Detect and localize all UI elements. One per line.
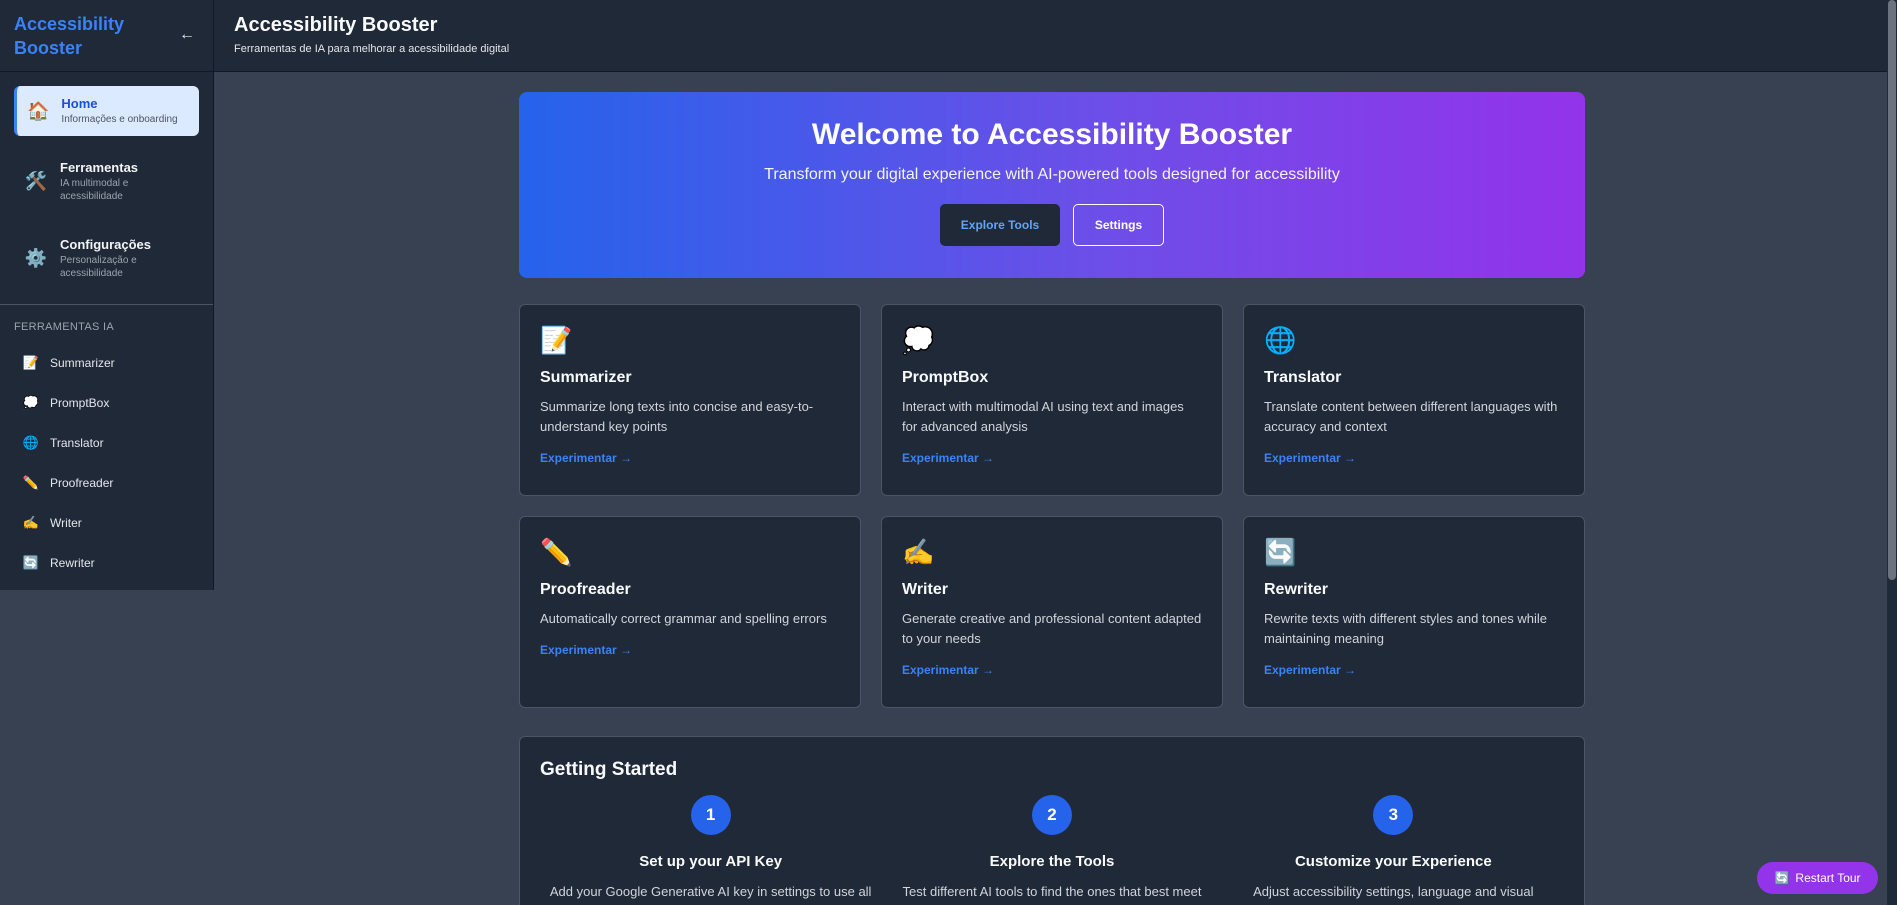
try-link[interactable]: Experimentar → — [902, 663, 994, 677]
sidebar-tool-promptbox[interactable]: 💭 PromptBox — [0, 383, 213, 423]
tool-card-writer[interactable]: ✍️ Writer Generate creative and professi… — [881, 516, 1223, 708]
thought-bubble-icon: 💭 — [22, 395, 40, 410]
hero-banner: Welcome to Accessibility Booster Transfo… — [519, 92, 1585, 278]
try-link[interactable]: Experimentar → — [540, 643, 632, 657]
step-item: 1 Set up your API Key Add your Google Ge… — [540, 795, 881, 902]
step-number: 1 — [690, 795, 731, 835]
hero-subtitle: Transform your digital experience with A… — [764, 166, 1340, 183]
home-icon: 🏠 — [27, 100, 50, 121]
page-scrollbar[interactable] — [1887, 0, 1897, 905]
step-title: Explore the Tools — [989, 853, 1115, 870]
thought-bubble-icon: 💭 — [902, 325, 935, 355]
collapse-sidebar-button[interactable]: ← — [179, 26, 195, 44]
sidebar-nav: 🏠 Home Informações e onboarding 🛠️ Ferra… — [0, 72, 213, 290]
card-title: Writer — [902, 581, 948, 598]
section-label: FERRAMENTAS IA — [14, 321, 114, 333]
step-item: 2 Explore the Tools Test different AI to… — [881, 795, 1222, 902]
page-header: Accessibility Booster Ferramentas de IA … — [214, 0, 1897, 72]
try-link[interactable]: Experimentar → — [540, 451, 632, 465]
tool-cards: 📝 Summarizer Summarize long texts into c… — [519, 304, 1585, 708]
refresh-icon: 🔄 — [22, 555, 40, 570]
writing-hand-icon: ✍️ — [22, 515, 40, 530]
card-title: PromptBox — [902, 369, 989, 386]
card-description: Summarize long texts into concise and ea… — [540, 399, 814, 434]
step-title: Customize your Experience — [1294, 853, 1492, 870]
tools-icon: 🛠️ — [24, 171, 48, 191]
scrollbar-thumb[interactable] — [1888, 0, 1896, 580]
sidebar-tool-label: Translator — [50, 436, 104, 450]
step-item: 3 Customize your Experience Adjust acces… — [1223, 795, 1564, 902]
writing-hand-icon: ✍️ — [902, 537, 935, 567]
globe-icon: 🌐 — [1264, 325, 1297, 355]
settings-button[interactable]: Settings — [1073, 204, 1164, 246]
sidebar-tool-label: Writer — [50, 516, 82, 530]
sidebar-tool-label: Summarizer — [50, 356, 115, 370]
sidebar-item-sublabel: Informações e onboarding — [61, 114, 178, 125]
sidebar: Accessibility Booster ← 🏠 Home Informaçõ… — [0, 0, 214, 590]
tool-card-rewriter[interactable]: 🔄 Rewriter Rewrite texts with different … — [1243, 516, 1585, 708]
sidebar-brand: Accessibility Booster ← — [0, 0, 213, 72]
page-title: Accessibility Booster — [234, 14, 438, 36]
globe-icon: 🌐 — [22, 435, 40, 450]
sidebar-tool-translator[interactable]: 🌐 Translator — [0, 423, 213, 463]
sidebar-item-configuracoes[interactable]: ⚙️ Configurações Personalização e acessi… — [14, 227, 199, 290]
refresh-icon: 🔄 — [1264, 537, 1297, 567]
memo-icon: 📝 — [22, 355, 40, 370]
sidebar-tool-summarizer[interactable]: 📝 Summarizer — [0, 343, 213, 383]
tool-card-summarizer[interactable]: 📝 Summarizer Summarize long texts into c… — [519, 304, 861, 496]
restart-tour-label: Restart Tour — [1795, 871, 1861, 885]
try-link[interactable]: Experimentar → — [1264, 451, 1356, 465]
sidebar-item-home[interactable]: 🏠 Home Informações e onboarding — [14, 86, 199, 136]
tool-card-translator[interactable]: 🌐 Translator Translate content between d… — [1243, 304, 1585, 496]
sidebar-tool-label: PromptBox — [50, 396, 110, 410]
refresh-icon: 🔄 — [1774, 871, 1790, 885]
explore-tools-button[interactable]: Explore Tools — [940, 204, 1060, 246]
getting-started-title: Getting Started — [540, 759, 678, 780]
sidebar-item-label: Home — [61, 96, 98, 111]
step-number: 2 — [1031, 795, 1072, 835]
sidebar-item-sublabel: IA multimodal e acessibilidade — [60, 178, 129, 202]
pencil-icon: ✏️ — [22, 475, 40, 490]
card-title: Summarizer — [540, 369, 632, 386]
step-description: Add your Google Generative AI key in set… — [549, 884, 872, 899]
try-link[interactable]: Experimentar → — [902, 451, 994, 465]
card-title: Translator — [1264, 369, 1342, 386]
pencil-icon: ✏️ — [540, 537, 573, 567]
brand-title: Accessibility Booster — [14, 14, 125, 58]
card-description: Generate creative and professional conte… — [902, 611, 1202, 646]
tool-card-proofreader[interactable]: ✏️ Proofreader Automatically correct gra… — [519, 516, 861, 708]
sidebar-item-label: Ferramentas — [60, 160, 139, 175]
card-title: Rewriter — [1264, 581, 1329, 598]
page-subtitle: Ferramentas de IA para melhorar a acessi… — [234, 43, 510, 55]
tool-card-promptbox[interactable]: 💭 PromptBox Interact with multimodal AI … — [881, 304, 1223, 496]
memo-icon: 📝 — [540, 325, 573, 355]
card-description: Rewrite texts with different styles and … — [1264, 611, 1548, 646]
card-description: Translate content between different lang… — [1264, 399, 1558, 434]
getting-started-panel: Getting Started 1 Set up your API Key Ad… — [519, 736, 1585, 905]
sidebar-tool-label: Rewriter — [50, 556, 95, 570]
step-description: Test different AI tools to find the ones… — [902, 884, 1202, 899]
sidebar-tool-proofreader[interactable]: ✏️ Proofreader — [0, 463, 213, 503]
sidebar-tool-rewriter[interactable]: 🔄 Rewriter — [0, 543, 213, 583]
step-title: Set up your API Key — [639, 853, 783, 870]
restart-tour-button[interactable]: 🔄 Restart Tour — [1757, 862, 1878, 894]
card-description: Interact with multimodal AI using text a… — [902, 399, 1184, 434]
sidebar-item-label: Configurações — [60, 237, 152, 252]
step-description: Adjust accessibility settings, language … — [1253, 884, 1534, 899]
main-content: Welcome to Accessibility Booster Transfo… — [519, 92, 1585, 905]
sidebar-tool-label: Proofreader — [50, 476, 114, 490]
card-description: Automatically correct grammar and spelli… — [540, 611, 827, 626]
sidebar-tool-writer[interactable]: ✍️ Writer — [0, 503, 213, 543]
sidebar-item-sublabel: Personalização e acessibilidade — [60, 255, 137, 279]
card-title: Proofreader — [540, 581, 631, 598]
step-number: 3 — [1373, 795, 1414, 835]
sidebar-item-ferramentas[interactable]: 🛠️ Ferramentas IA multimodal e acessibil… — [14, 150, 199, 213]
hero-title: Welcome to Accessibility Booster — [811, 118, 1293, 151]
gear-icon: ⚙️ — [24, 248, 48, 268]
try-link[interactable]: Experimentar → — [1264, 663, 1356, 677]
